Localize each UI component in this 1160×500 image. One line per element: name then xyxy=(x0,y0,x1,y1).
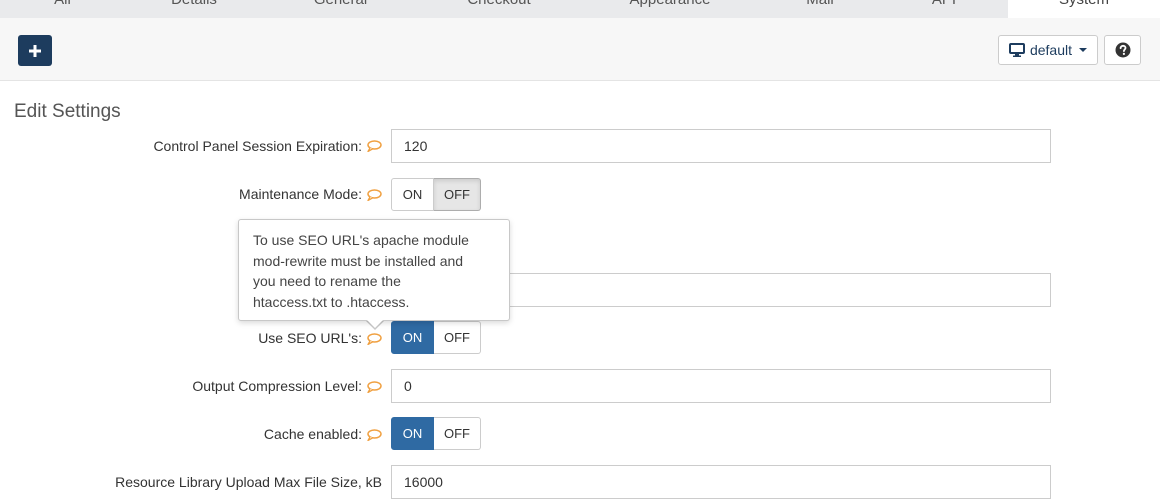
tab-general[interactable]: General xyxy=(263,0,418,18)
tooltip-line: To use SEO URL's apache module xyxy=(253,232,469,248)
output-compression-input[interactable]: 0 xyxy=(391,369,1051,403)
seo-urls-toggle: ON OFF xyxy=(391,321,481,354)
seo-urls-off-button[interactable]: OFF xyxy=(434,321,481,354)
template-select-button[interactable]: default xyxy=(998,35,1098,65)
settings-tabs: All Details General Checkout Appearance … xyxy=(0,0,1160,18)
seo-urls-on-button[interactable]: ON xyxy=(391,321,434,354)
help-bubble-icon[interactable] xyxy=(366,140,382,152)
tab-mail[interactable]: Mail xyxy=(760,0,880,18)
add-button[interactable] xyxy=(18,35,52,66)
upload-max-size-label: Resource Library Upload Max File Size, k… xyxy=(115,474,382,490)
upload-max-size-input[interactable]: 16000 xyxy=(391,465,1051,499)
help-bubble-icon[interactable] xyxy=(366,429,382,441)
tooltip-line: htaccess.txt to .htaccess. xyxy=(253,293,410,310)
cache-enabled-on-button[interactable]: ON xyxy=(391,417,434,450)
monitor-icon xyxy=(1008,43,1025,57)
session-expiration-input[interactable]: 120 xyxy=(391,129,1051,163)
tab-checkout[interactable]: Checkout xyxy=(418,0,580,18)
cache-enabled-toggle: ON OFF xyxy=(391,417,481,450)
help-bubble-icon[interactable] xyxy=(366,333,382,345)
session-expiration-label: Control Panel Session Expiration: xyxy=(153,138,362,154)
help-bubble-icon[interactable] xyxy=(366,189,382,201)
help-button[interactable] xyxy=(1104,35,1141,65)
section-title: Edit Settings xyxy=(14,101,121,122)
cache-enabled-label: Cache enabled: xyxy=(263,426,362,442)
seo-urls-label: Use SEO URL's: xyxy=(258,330,362,346)
tab-system[interactable]: System xyxy=(1008,0,1160,18)
tab-details[interactable]: Details xyxy=(125,0,263,18)
seo-urls-tooltip: To use SEO URL's apache module mod-rewri… xyxy=(238,219,510,321)
maintenance-mode-on-button[interactable]: ON xyxy=(391,178,434,211)
tab-appearance[interactable]: Appearance xyxy=(580,0,760,18)
help-bubble-icon[interactable] xyxy=(366,381,382,393)
question-circle-icon xyxy=(1115,42,1130,58)
output-compression-label: Output Compression Level: xyxy=(192,378,362,394)
maintenance-mode-label: Maintenance Mode: xyxy=(239,186,362,202)
template-label: default xyxy=(1029,42,1073,58)
tooltip-line: you need to rename the xyxy=(253,273,401,289)
toolbar: default xyxy=(0,18,1160,81)
tab-api[interactable]: API xyxy=(880,0,1008,18)
tab-all[interactable]: All xyxy=(0,0,125,18)
plus-icon xyxy=(29,44,41,57)
tooltip-arrow-fill xyxy=(367,320,383,328)
cache-enabled-off-button[interactable]: OFF xyxy=(434,417,481,450)
chevron-down-icon xyxy=(1079,48,1088,52)
tooltip-line: mod-rewrite must be installed and xyxy=(253,252,464,269)
maintenance-mode-toggle: ON OFF xyxy=(391,178,481,211)
maintenance-mode-off-button[interactable]: OFF xyxy=(434,178,481,211)
